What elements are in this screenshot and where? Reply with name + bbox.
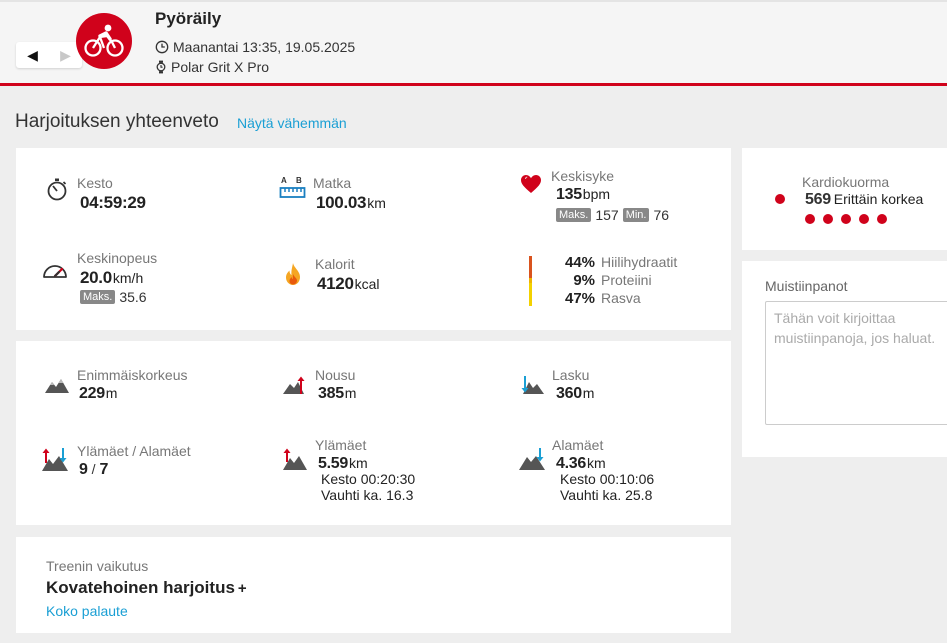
uphills-pace: Vauhti ka. 16.3: [321, 487, 414, 503]
workout-header: ◀ ▶ Pyöräily Maanantai 13:35, 19.05.2025…: [0, 0, 947, 86]
cardio-level-dot: [805, 214, 815, 224]
descent-label: Lasku: [552, 367, 590, 383]
speed-max: Maks. 35.6: [80, 289, 147, 305]
uphills-label: Ylämäet: [315, 437, 367, 453]
ascent-value: 385m: [318, 385, 357, 402]
heart-rate-range: Maks. 157 Min. 76: [556, 207, 669, 223]
heart-rate-label: Keskisyke: [551, 168, 615, 184]
uphill-icon: [281, 445, 309, 473]
flame-icon: [279, 260, 307, 288]
cardio-level-dot: [841, 214, 851, 224]
cardio-load-label: Kardiokuorma: [802, 174, 890, 190]
cardio-load-status: Erittäin korkea: [833, 191, 924, 207]
macro-fat: 47% Rasva: [565, 290, 641, 307]
distance-value: 100.03km: [316, 193, 386, 212]
svg-text:A: A: [281, 176, 287, 185]
cardio-level-dot: [859, 214, 869, 224]
cardio-load-scale: [805, 214, 887, 224]
descent-value: 360m: [556, 385, 595, 402]
training-effect-label: Treenin vaikutus: [46, 558, 149, 574]
workout-nav: ◀ ▶: [16, 42, 82, 68]
speed-label: Keskinopeus: [77, 250, 158, 266]
max-heart-rate: 157: [595, 207, 619, 223]
downhills-duration: Kesto 00:10:06: [560, 471, 655, 487]
device-text: Polar Grit X Pro: [171, 59, 270, 75]
downhills-pace: Vauhti ka. 25.8: [560, 487, 653, 503]
svg-text:B: B: [296, 176, 302, 185]
ascent-label: Nousu: [315, 367, 356, 383]
show-less-link[interactable]: Näytä vähemmän: [237, 115, 347, 131]
min-heart-rate: 76: [653, 207, 670, 223]
downhills-label: Alamäet: [552, 437, 604, 453]
duration-value: 04:59:29: [80, 193, 146, 212]
heart-icon: [517, 170, 545, 198]
heart-rate-value: 135bpm: [556, 186, 611, 203]
climbs-value: 9/7: [79, 461, 109, 478]
training-effect-plus: +: [237, 580, 247, 597]
max-altitude-label: Enimmäiskorkeus: [77, 367, 188, 383]
macro-carbs: 44% Hiilihydraatit: [565, 254, 678, 271]
cardio-level-dot: [877, 214, 887, 224]
up-down-hills-icon: [41, 445, 69, 473]
downhill-icon: [518, 445, 546, 473]
macros-bar: [529, 256, 532, 306]
previous-workout-button[interactable]: ◀: [16, 42, 49, 68]
cardio-level-dot: [823, 214, 833, 224]
elevation-card: Enimmäiskorkeus 229m Nousu 385m Lasku 36…: [16, 341, 731, 525]
calories-label: Kalorit: [315, 256, 355, 272]
sport-badge: [76, 13, 132, 69]
notes-card: Muistiinpanot: [742, 261, 947, 457]
stopwatch-icon: [43, 175, 71, 203]
clock-icon: [155, 40, 169, 54]
notes-input[interactable]: [765, 301, 947, 425]
cycling-icon: [84, 24, 124, 57]
speed-value: 20.0km/h: [80, 268, 144, 287]
min-tag: Min.: [622, 208, 650, 222]
datetime-text: Maanantai 13:35, 19.05.2025: [173, 39, 356, 55]
sport-title: Pyöräily: [155, 9, 222, 28]
descent-icon: [518, 371, 546, 399]
workout-datetime: Maanantai 13:35, 19.05.2025: [155, 39, 355, 55]
full-feedback-link[interactable]: Koko palaute: [46, 603, 128, 619]
climbs-label: Ylämäet / Alamäet: [77, 443, 191, 459]
training-effect-card: Treenin vaikutus Kovatehoinen harjoitus +…: [16, 537, 731, 633]
max-speed-tag: Maks.: [80, 290, 116, 304]
workout-device: Polar Grit X Pro: [155, 59, 269, 75]
speedometer-icon: [41, 256, 69, 284]
cardio-status-dot: [775, 194, 785, 204]
ascent-icon: [281, 371, 309, 399]
watch-icon: [156, 60, 166, 74]
cardio-load-card: Kardiokuorma 569 Erittäin korkea: [742, 148, 947, 250]
duration-label: Kesto: [77, 175, 113, 191]
summary-stats-card: Kesto 04:59:29 A B Matka 100.03km Keskis…: [16, 148, 731, 330]
uphills-duration: Kesto 00:20:30: [321, 471, 416, 487]
cardio-load-value: 569 Erittäin korkea: [805, 191, 924, 208]
distance-label: Matka: [313, 175, 352, 191]
distance-icon: A B: [279, 175, 307, 203]
max-tag: Maks.: [556, 208, 592, 222]
notes-label: Muistiinpanot: [765, 278, 848, 294]
calories-value: 4120kcal: [317, 274, 380, 293]
mountain-icon: [43, 371, 71, 399]
max-altitude-value: 229m: [79, 385, 118, 402]
summary-title: Harjoituksen yhteenveto: [15, 111, 219, 132]
training-effect-value: Kovatehoinen harjoitus +: [46, 578, 247, 597]
max-speed-value: 35.6: [119, 289, 147, 305]
macro-protein: 9% Proteiini: [573, 272, 652, 289]
